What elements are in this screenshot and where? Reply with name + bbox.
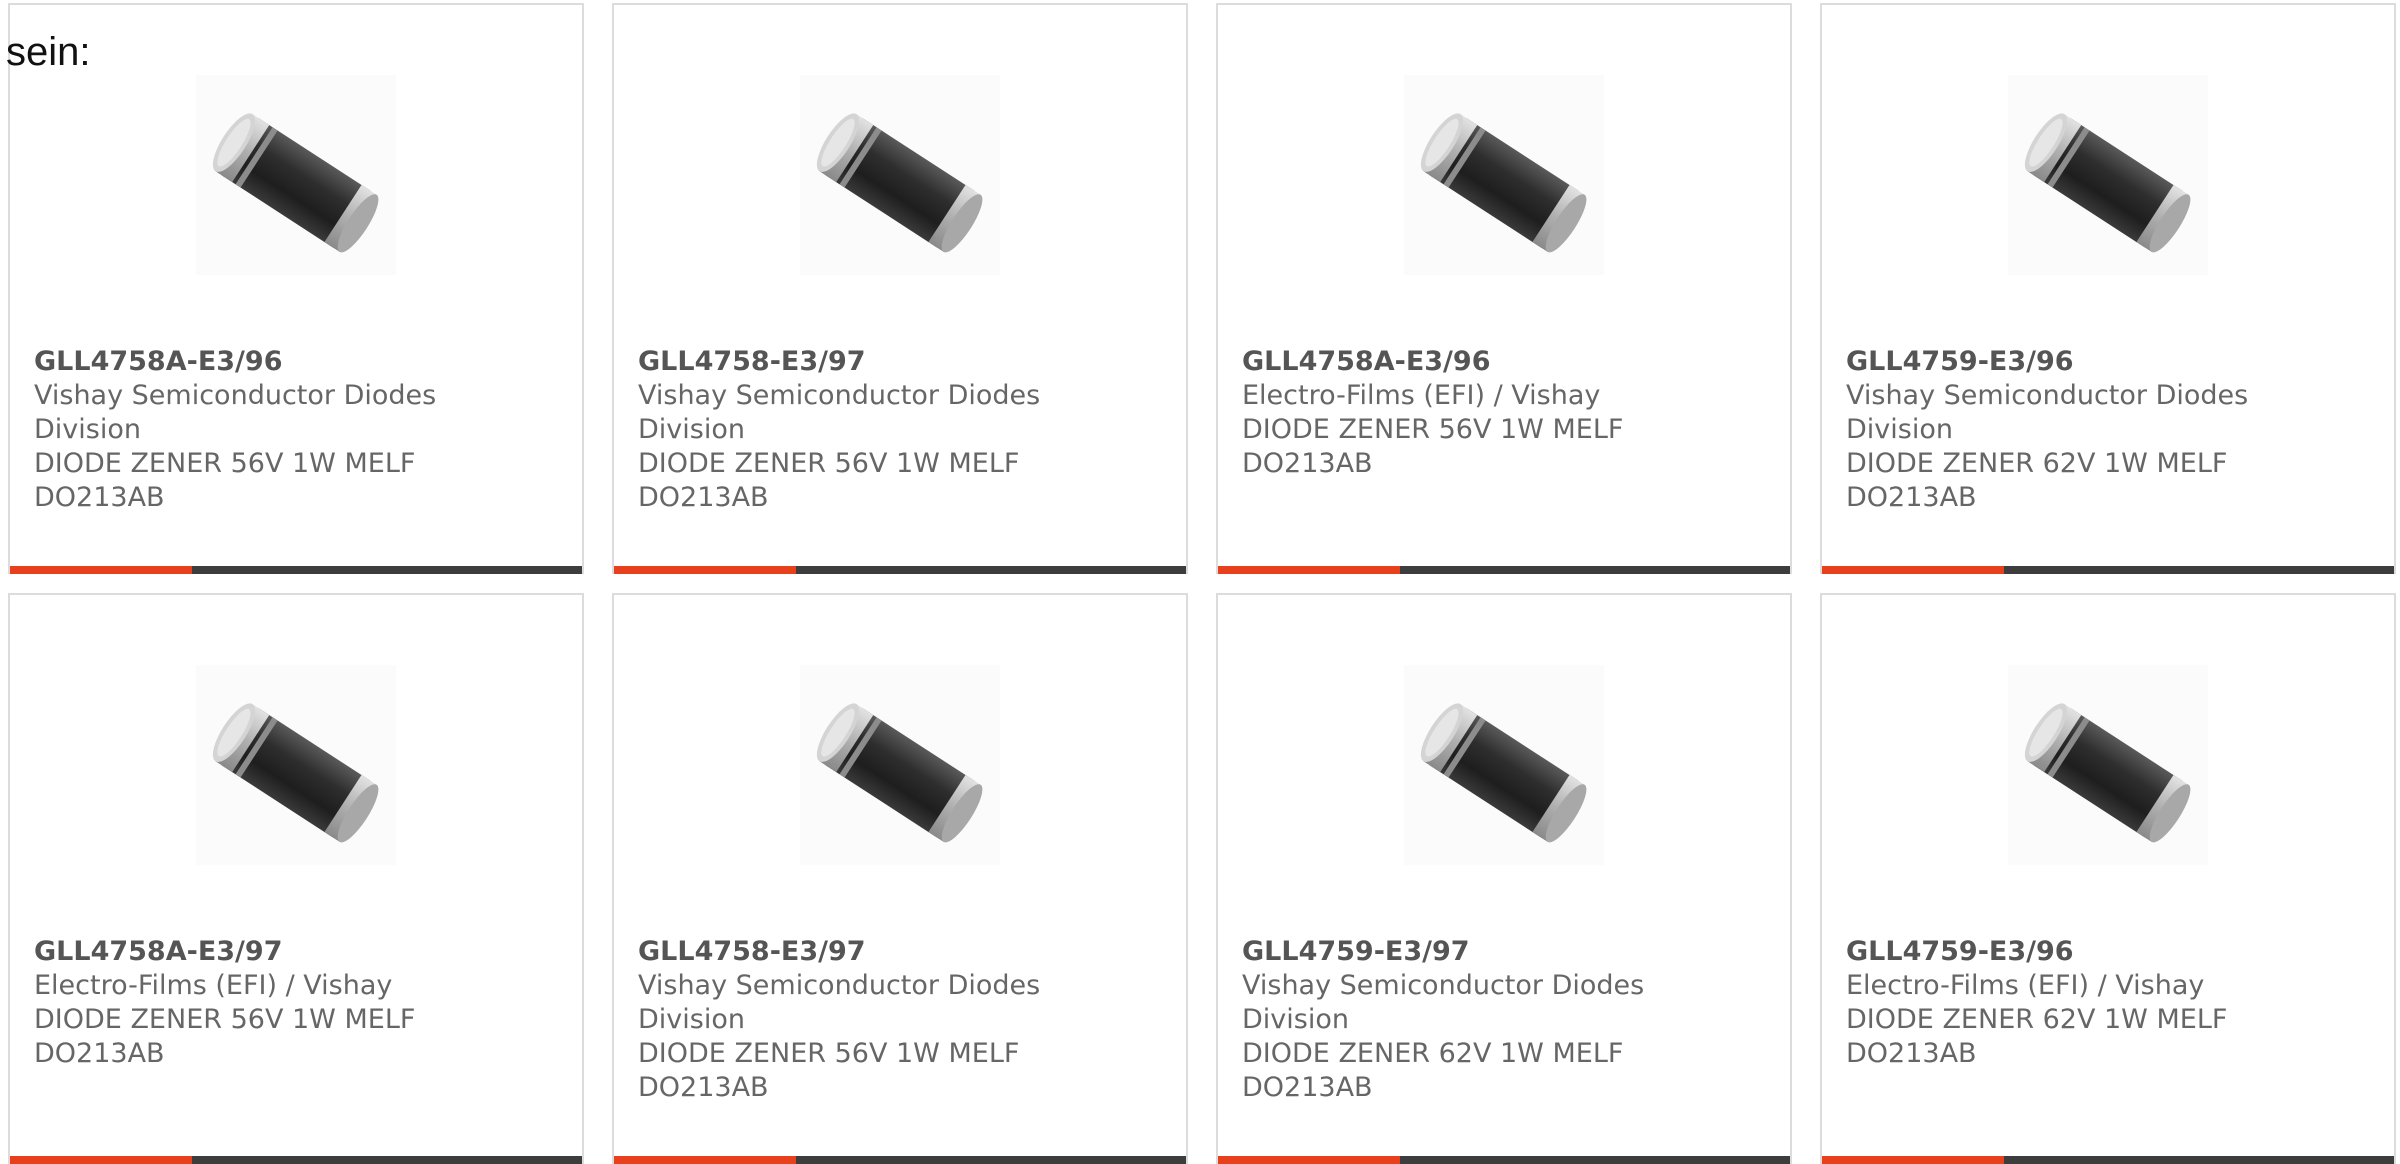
description: DIODE ZENER 56V 1W MELF DO213AB	[34, 448, 416, 513]
melf-diode-image[interactable]	[2008, 75, 2208, 275]
part-number[interactable]: GLL4759-E3/97	[1242, 935, 1662, 969]
product-info: GLL4759-E3/96 Vishay Semiconductor Diode…	[1846, 345, 2266, 515]
product-card[interactable]: GLL4759-E3/97 Vishay Semiconductor Diode…	[1216, 593, 1792, 1164]
card-accent-bar	[614, 566, 796, 574]
card-accent-bar	[10, 1156, 192, 1164]
product-info: GLL4759-E3/96 Electro-Films (EFI) / Vish…	[1846, 935, 2266, 1071]
product-card[interactable]: GLL4758A-E3/96 Vishay Semiconductor Diod…	[8, 3, 584, 574]
melf-diode-image[interactable]	[2008, 665, 2208, 865]
melf-diode-image[interactable]	[196, 665, 396, 865]
product-info: GLL4758A-E3/96 Vishay Semiconductor Diod…	[34, 345, 454, 515]
description: DIODE ZENER 56V 1W MELF DO213AB	[1242, 414, 1624, 479]
card-accent-bar	[10, 566, 192, 574]
card-bottom-bar	[1822, 566, 2394, 574]
product-card[interactable]: GLL4758-E3/97 Vishay Semiconductor Diode…	[612, 593, 1188, 1164]
description: DIODE ZENER 56V 1W MELF DO213AB	[638, 1038, 1020, 1103]
part-number[interactable]: GLL4759-E3/96	[1846, 935, 2266, 969]
product-card[interactable]: GLL4758A-E3/97 Electro-Films (EFI) / Vis…	[8, 593, 584, 1164]
manufacturer: Vishay Semiconductor Diodes Division	[1242, 970, 1645, 1035]
product-info: GLL4758A-E3/96 Electro-Films (EFI) / Vis…	[1242, 345, 1662, 481]
card-accent-bar	[1822, 566, 2004, 574]
card-bottom-bar	[614, 566, 1186, 574]
card-bottom-bar	[614, 1156, 1186, 1164]
product-card[interactable]: GLL4758A-E3/96 Electro-Films (EFI) / Vis…	[1216, 3, 1792, 574]
manufacturer: Vishay Semiconductor Diodes Division	[638, 970, 1041, 1035]
manufacturer: Vishay Semiconductor Diodes Division	[638, 380, 1041, 445]
melf-diode-image[interactable]	[800, 75, 1000, 275]
description: DIODE ZENER 56V 1W MELF DO213AB	[638, 448, 1020, 513]
melf-diode-image[interactable]	[1404, 665, 1604, 865]
manufacturer: Vishay Semiconductor Diodes Division	[1846, 380, 2249, 445]
description: DIODE ZENER 56V 1W MELF DO213AB	[34, 1004, 416, 1069]
product-info: GLL4759-E3/97 Vishay Semiconductor Diode…	[1242, 935, 1662, 1105]
product-card[interactable]: GLL4759-E3/96 Electro-Films (EFI) / Vish…	[1820, 593, 2396, 1164]
part-number[interactable]: GLL4758A-E3/97	[34, 935, 454, 969]
product-info: GLL4758A-E3/97 Electro-Films (EFI) / Vis…	[34, 935, 454, 1071]
part-number[interactable]: GLL4758A-E3/96	[1242, 345, 1662, 379]
part-number[interactable]: GLL4759-E3/96	[1846, 345, 2266, 379]
card-accent-bar	[614, 1156, 796, 1164]
melf-diode-image[interactable]	[800, 665, 1000, 865]
card-bottom-bar	[10, 1156, 582, 1164]
product-info: GLL4758-E3/97 Vishay Semiconductor Diode…	[638, 345, 1058, 515]
card-accent-bar	[1822, 1156, 2004, 1164]
description: DIODE ZENER 62V 1W MELF DO213AB	[1846, 448, 2228, 513]
part-number[interactable]: GLL4758A-E3/96	[34, 345, 454, 379]
intro-text: sein:	[6, 30, 91, 74]
manufacturer: Electro-Films (EFI) / Vishay	[1242, 380, 1601, 411]
description: DIODE ZENER 62V 1W MELF DO213AB	[1846, 1004, 2228, 1069]
card-accent-bar	[1218, 566, 1400, 574]
product-grid: GLL4758A-E3/96 Vishay Semiconductor Diod…	[0, 0, 2400, 1164]
melf-diode-image[interactable]	[1404, 75, 1604, 275]
part-number[interactable]: GLL4758-E3/97	[638, 935, 1058, 969]
card-bottom-bar	[1218, 566, 1790, 574]
card-bottom-bar	[10, 566, 582, 574]
product-card[interactable]: GLL4758-E3/97 Vishay Semiconductor Diode…	[612, 3, 1188, 574]
manufacturer: Electro-Films (EFI) / Vishay	[1846, 970, 2205, 1001]
description: DIODE ZENER 62V 1W MELF DO213AB	[1242, 1038, 1624, 1103]
card-accent-bar	[1218, 1156, 1400, 1164]
manufacturer: Electro-Films (EFI) / Vishay	[34, 970, 393, 1001]
product-info: GLL4758-E3/97 Vishay Semiconductor Diode…	[638, 935, 1058, 1105]
melf-diode-image[interactable]	[196, 75, 396, 275]
card-bottom-bar	[1218, 1156, 1790, 1164]
product-card[interactable]: GLL4759-E3/96 Vishay Semiconductor Diode…	[1820, 3, 2396, 574]
card-bottom-bar	[1822, 1156, 2394, 1164]
part-number[interactable]: GLL4758-E3/97	[638, 345, 1058, 379]
manufacturer: Vishay Semiconductor Diodes Division	[34, 380, 437, 445]
